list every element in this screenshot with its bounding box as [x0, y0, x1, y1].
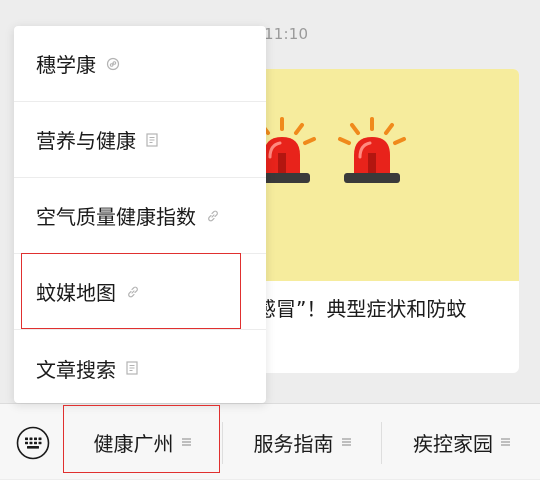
- article-icon: [126, 361, 138, 375]
- tab-jiankang-guangzhou[interactable]: 健康广州: [64, 404, 220, 480]
- tab-divider: [381, 422, 382, 464]
- menu-item-label: 文章搜索: [36, 357, 116, 382]
- keyboard-icon[interactable]: [16, 426, 50, 460]
- link-icon: [126, 285, 140, 299]
- submenu-popup: 穗学康 营养与健康 空气质量健康指数 蚊媒地图 文章搜索: [14, 26, 266, 403]
- menu-item-air-quality-index[interactable]: 空气质量健康指数: [14, 178, 266, 254]
- tab-label: 疾控家园: [413, 431, 493, 456]
- menu-lines-icon: [341, 437, 351, 447]
- tab-cdc-home[interactable]: 疾控家园: [383, 404, 540, 480]
- article-cover-image: [232, 69, 519, 281]
- menu-item-mosquito-map[interactable]: 蚊媒地图: [14, 254, 266, 330]
- menu-item-suixuekang[interactable]: 穗学康: [14, 26, 266, 102]
- tab-divider: [222, 422, 223, 464]
- message-timestamp: 11:10: [264, 25, 309, 43]
- menu-item-nutrition-health[interactable]: 营养与健康: [14, 102, 266, 178]
- link-icon: [206, 209, 220, 223]
- menu-lines-icon: [501, 437, 510, 447]
- miniprogram-icon: [106, 57, 120, 71]
- menu-item-label: 空气质量健康指数: [36, 205, 196, 229]
- bottom-menu-bar: 健康广州 服务指南 疾控家园: [0, 403, 540, 479]
- menu-item-label: 营养与健康: [36, 129, 136, 153]
- menu-item-label: 蚊媒地图: [36, 281, 116, 305]
- tab-service-guide[interactable]: 服务指南: [224, 404, 380, 480]
- tab-label: 健康广州: [93, 431, 174, 456]
- article-icon: [146, 132, 158, 147]
- article-card[interactable]: 感冒”！典型症状和防蚊: [232, 69, 519, 373]
- menu-item-label: 穗学康: [36, 53, 96, 77]
- siren-icon: [338, 117, 406, 183]
- article-title: 感冒”！典型症状和防蚊: [256, 297, 467, 321]
- tab-label: 服务指南: [253, 431, 334, 456]
- menu-lines-icon: [181, 437, 191, 447]
- menu-item-article-search[interactable]: 文章搜索: [14, 330, 266, 406]
